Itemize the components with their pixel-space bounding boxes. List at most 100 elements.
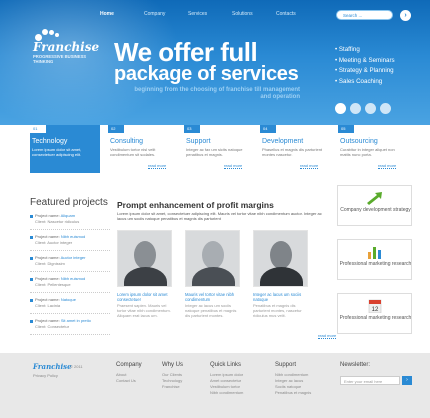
promo-column-head[interactable]: Integer ac lacus um sociis natoque xyxy=(253,292,308,302)
side-link-meeting[interactable]: • Meeting & Seminars xyxy=(335,56,395,67)
slider-dot-3[interactable] xyxy=(365,103,376,114)
ad-label: Company development strategy xyxy=(340,207,411,213)
featured-projects-list: Project name: Aliquam Client: Nascetur ri… xyxy=(30,213,110,339)
feature-outsourcing[interactable]: 05 Outsourcing Curabitur in integer aliq… xyxy=(338,125,408,173)
person-photo-1 xyxy=(117,230,172,287)
nav-home[interactable]: Home xyxy=(100,11,144,21)
side-link-sales[interactable]: • Sales Coaching xyxy=(335,77,395,88)
newsletter-title: Newsletter: xyxy=(340,362,371,368)
search-input[interactable]: Search ... xyxy=(336,10,393,20)
read-more-link[interactable]: read more xyxy=(300,163,319,169)
newsletter-email-input[interactable]: Enter your email here xyxy=(340,376,400,385)
feature-consulting[interactable]: 02 Consulting Vestibulum tortor nisl vel… xyxy=(108,125,178,173)
feature-number: 04 xyxy=(260,125,276,133)
promo-column-head[interactable]: Mauris vel tortor vitae nibh condimentum xyxy=(185,292,240,302)
arrow-right-icon: › xyxy=(406,377,408,383)
feature-title: Development xyxy=(262,138,304,145)
read-more-link[interactable]: read more xyxy=(224,163,243,169)
ad-label: Professional marketing research xyxy=(339,315,412,321)
nav-solutions[interactable]: Solutions xyxy=(232,11,276,21)
brand-name[interactable]: Franchise xyxy=(33,40,99,54)
list-item[interactable]: Project name: Natoque Client: Lacinia xyxy=(30,297,110,314)
feature-text: Phasellus et magnis dis parturient monte… xyxy=(262,147,323,157)
promo-read-more-link[interactable]: read more xyxy=(318,333,337,339)
footer-col-title: Quick Links xyxy=(210,362,242,368)
feature-text: Lorem ipsum dolor sit amet, consectetuer… xyxy=(32,147,82,157)
hero-subline: beginning from the choosing of franchise… xyxy=(134,87,300,100)
footer-col-title: Why Us xyxy=(162,362,183,368)
footer-col-quick-links: Quick Links Lorem ipsum dolor Amet conse… xyxy=(210,362,243,396)
footer-col-support: Support Nibh condimentum Integer ac lacu… xyxy=(275,362,311,396)
footer-link[interactable]: Contact Us xyxy=(116,378,142,384)
list-item[interactable]: Project name: Nibh euismod Client: Pellen… xyxy=(30,276,110,293)
feature-technology[interactable]: 01 Technology Lorem ipsum dolor sit amet… xyxy=(30,125,100,173)
feature-text: Vestibulum tortor nisl velit condimentum… xyxy=(110,147,156,157)
footer-link[interactable]: Nibh condimentum xyxy=(210,390,243,396)
person-photo-2 xyxy=(185,230,240,287)
promo-column-text: Integer ac lacus um sociis natoque penat… xyxy=(185,303,237,318)
side-link-strategy[interactable]: • Strategy & Planning xyxy=(335,66,395,77)
search-button[interactable]: › xyxy=(400,10,411,21)
feature-text: Curabitur in integer aliquet non mattis … xyxy=(340,147,395,157)
list-item[interactable]: Project name: Auctor integer Client: Dign… xyxy=(30,255,110,272)
bar-chart-icon xyxy=(368,247,381,259)
footer-col-title: Company xyxy=(116,362,142,368)
calendar-icon: 12 xyxy=(368,299,382,313)
footer-link[interactable]: Penatibus et magnis xyxy=(275,390,311,396)
promo-text: Lorem ipsum dolor sit amet, consectetuer… xyxy=(117,211,322,221)
footer-col-title: Support xyxy=(275,362,297,368)
hero-headline-2: package of services xyxy=(114,63,299,85)
header: Franchise PROGRESSIVE BUSINESS THINKING … xyxy=(0,0,430,125)
footer-copyright: © 2011 xyxy=(70,364,83,369)
slider-pager xyxy=(335,103,395,114)
feature-text: Integer ac fax um sicits natoque penatib… xyxy=(186,147,243,157)
promo-column-text: Praesent sapien. Mauris vel tortor vitae… xyxy=(117,303,171,318)
feature-title: Consulting xyxy=(110,138,144,145)
ad-label: Professional marketing research xyxy=(339,261,412,267)
newsletter-submit-button[interactable]: › xyxy=(402,376,412,385)
feature-title: Technology xyxy=(32,138,68,145)
promo-column-2: Mauris vel tortor vitae nibh condimentum… xyxy=(185,292,240,318)
slider-dot-4[interactable] xyxy=(380,103,391,114)
footer-brand[interactable]: Franchise xyxy=(33,362,72,371)
feature-number: 02 xyxy=(108,125,124,133)
feature-number: 01 xyxy=(30,125,46,133)
read-more-link[interactable]: read more xyxy=(378,163,397,169)
svg-text:12: 12 xyxy=(372,307,379,313)
nav-company[interactable]: Company xyxy=(144,11,188,21)
person-photo-3 xyxy=(253,230,308,287)
brand-tagline: PROGRESSIVE BUSINESS THINKING xyxy=(33,54,87,64)
slider-dot-2[interactable] xyxy=(350,103,361,114)
privacy-policy-link[interactable]: Privacy Policy xyxy=(33,373,58,378)
footer-col-company: Company About Contact Us xyxy=(116,362,142,384)
ad-marketing-research-1[interactable]: Professional marketing research xyxy=(337,239,412,280)
feature-support[interactable]: 03 Support Integer ac fax um sicits nato… xyxy=(184,125,254,173)
ad-marketing-research-2[interactable]: 12 Professional marketing research xyxy=(337,293,412,334)
ad-development-strategy[interactable]: Company development strategy xyxy=(337,185,412,226)
promo-column-1: Lorem ipsum dolor sit amet consectetuer … xyxy=(117,292,172,318)
nav-contacts[interactable]: Contacts xyxy=(276,11,320,21)
search-placeholder: Search ... xyxy=(343,12,363,18)
read-more-link[interactable]: read more xyxy=(148,163,167,169)
list-item[interactable]: Project name: Aliquam Client: Nascetur ri… xyxy=(30,213,110,230)
feature-strip: 01 Technology Lorem ipsum dolor sit amet… xyxy=(30,125,412,175)
list-item[interactable]: Project name: Nibh euismod Client: Auctor… xyxy=(30,234,110,251)
nav-services[interactable]: Services xyxy=(188,11,232,21)
promo-title: Prompt enhancement of profit margins xyxy=(117,200,274,210)
slider-dot-1[interactable] xyxy=(335,103,346,114)
feature-title: Support xyxy=(186,138,211,145)
footer-link[interactable]: Franchise xyxy=(162,384,183,390)
newsletter: Newsletter: xyxy=(340,362,370,368)
promo-column-head[interactable]: Lorem ipsum dolor sit amet consectetuer xyxy=(117,292,172,302)
side-link-staffing[interactable]: • Staffing xyxy=(335,45,395,56)
arrow-right-icon: › xyxy=(404,12,407,19)
featured-projects-title: Featured projects xyxy=(30,197,108,208)
list-item[interactable]: Project name: Sit amet in pretio Client: … xyxy=(30,318,110,335)
feature-number: 05 xyxy=(338,125,354,133)
feature-number: 03 xyxy=(184,125,200,133)
footer-col-why-us: Why Us Our Clients Technology Franchise xyxy=(162,362,183,390)
growth-arrow-icon xyxy=(367,192,382,205)
feature-development[interactable]: 04 Development Phasellus et magnis dis p… xyxy=(260,125,330,173)
promo-column-text: Penatibus et magnis dis parturient monte… xyxy=(253,303,302,318)
promo-column-3: Integer ac lacus um sociis natoque Penat… xyxy=(253,292,308,318)
